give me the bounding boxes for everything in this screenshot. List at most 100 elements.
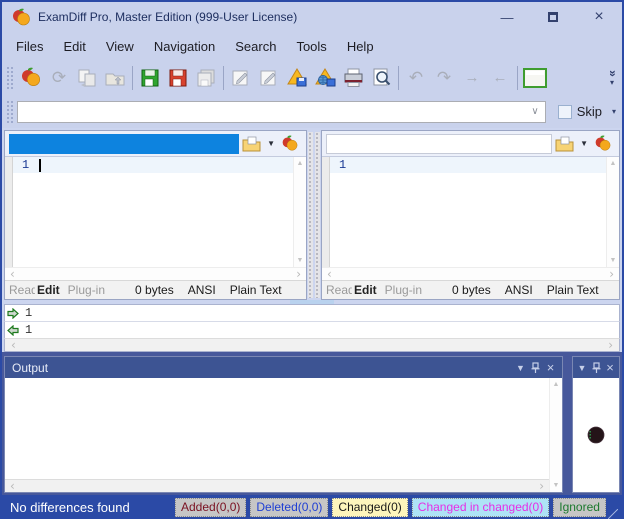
previous-difference-button[interactable]: ← (486, 64, 514, 92)
open-folder-icon (555, 136, 574, 152)
scroll-left-icon[interactable]: ‹ (11, 339, 16, 351)
left-edit-area[interactable]: 1 (13, 157, 293, 267)
line-detail-row-first[interactable]: 1 (4, 304, 620, 321)
statistics-panel: ▼ × (572, 356, 620, 493)
skip-checkbox[interactable] (558, 105, 572, 119)
copy-to-right-icon[interactable] (5, 308, 21, 319)
save-differences-button[interactable] (283, 64, 311, 92)
menu-item-help[interactable]: Help (337, 35, 384, 58)
read-only-indicator[interactable]: Read (326, 283, 352, 297)
scroll-right-icon[interactable]: › (539, 480, 544, 492)
print-button[interactable] (339, 64, 367, 92)
plugin-indicator[interactable]: Plug-in (68, 283, 105, 297)
scroll-left-icon[interactable]: ‹ (10, 480, 15, 492)
swap-and-recompare-button[interactable] (73, 64, 101, 92)
chevron-down-icon[interactable]: ▼ (513, 357, 528, 378)
read-only-indicator[interactable]: Read (9, 283, 35, 297)
save-both-files-button[interactable] (192, 64, 220, 92)
scroll-up-icon[interactable]: ▲ (553, 381, 560, 388)
chevron-down-icon[interactable]: ▼ (577, 139, 591, 148)
close-icon[interactable]: × (543, 357, 558, 378)
horizontal-splitter[interactable] (2, 300, 622, 304)
file-format[interactable]: Plain Text (230, 283, 282, 297)
encoding[interactable]: ANSI (505, 283, 533, 297)
splitter-grip[interactable] (290, 300, 334, 304)
refresh-button[interactable]: ⟳ (45, 64, 73, 92)
left-editor[interactable]: 1 ▲ ▼ (5, 157, 306, 267)
menu-item-files[interactable]: Files (6, 35, 53, 58)
statistics-panel-header[interactable]: ▼ × (573, 357, 619, 378)
scroll-down-icon[interactable]: ▼ (297, 257, 304, 264)
right-open-file-button[interactable] (552, 136, 577, 152)
output-horizontal-scrollbar[interactable]: ‹ › (5, 479, 549, 492)
save-differences-as-html-button[interactable] (311, 64, 339, 92)
pin-icon[interactable] (589, 357, 603, 378)
menu-item-search[interactable]: Search (225, 35, 286, 58)
scroll-right-icon[interactable]: › (608, 339, 613, 351)
chevron-down-icon[interactable]: ▼ (264, 139, 278, 148)
next-difference-button[interactable]: → (458, 64, 486, 92)
inspector-horizontal-scrollbar[interactable]: ‹ › (4, 338, 620, 352)
scroll-down-icon[interactable]: ▼ (610, 257, 617, 264)
scroll-down-icon[interactable]: ▼ (553, 482, 560, 489)
scroll-right-icon[interactable]: › (296, 268, 301, 280)
left-horizontal-scrollbar[interactable]: ‹ › (5, 267, 306, 280)
maximize-button[interactable] (530, 2, 576, 32)
open-files-button[interactable] (101, 64, 129, 92)
right-editor[interactable]: 1 ▲ ▼ (322, 157, 619, 267)
output-panel-header[interactable]: Output ▼ × (5, 357, 562, 378)
right-vertical-scrollbar[interactable]: ▲ ▼ (606, 157, 619, 267)
edit-second-file-button[interactable] (255, 64, 283, 92)
print-preview-button[interactable] (367, 64, 395, 92)
right-compare-button[interactable] (591, 135, 615, 153)
chevron-down-icon[interactable]: ▼ (575, 357, 589, 378)
right-file-path-field[interactable] (326, 134, 552, 154)
left-open-file-button[interactable] (239, 136, 264, 152)
text-caret (39, 159, 41, 172)
save-first-file-button[interactable] (136, 64, 164, 92)
menu-item-tools[interactable]: Tools (286, 35, 336, 58)
redo-button[interactable]: ↷ (430, 64, 458, 92)
left-file-path-field[interactable] (9, 134, 239, 154)
plugin-indicator[interactable]: Plug-in (385, 283, 422, 297)
save-floppy-red-icon (168, 68, 188, 88)
edit-first-file-button[interactable] (227, 64, 255, 92)
edit-mode-indicator[interactable]: Edit (37, 283, 60, 297)
scroll-up-icon[interactable]: ▲ (297, 160, 304, 167)
output-content[interactable]: ‹ › (5, 378, 549, 492)
resize-grip-icon[interactable] (608, 509, 618, 519)
menu-item-navigation[interactable]: Navigation (144, 35, 225, 58)
toolbar-grip[interactable] (6, 66, 13, 90)
scroll-left-icon[interactable]: ‹ (327, 268, 332, 280)
right-edit-area[interactable]: 1 (330, 157, 606, 267)
file-format[interactable]: Plain Text (547, 283, 599, 297)
left-compare-button[interactable] (278, 135, 302, 153)
edit-mode-indicator[interactable]: Edit (354, 283, 377, 297)
undo-button[interactable]: ↶ (402, 64, 430, 92)
pin-icon[interactable] (528, 357, 543, 378)
toolbar-grip[interactable] (6, 100, 13, 124)
encoding[interactable]: ANSI (188, 283, 216, 297)
right-horizontal-scrollbar[interactable]: ‹ › (322, 267, 619, 280)
filter-combobox[interactable]: ∨ (17, 101, 546, 123)
scroll-left-icon[interactable]: ‹ (10, 268, 15, 280)
copy-to-left-icon[interactable] (5, 325, 21, 336)
compare-files-button[interactable] (17, 64, 45, 92)
menu-item-view[interactable]: View (96, 35, 144, 58)
line-detail-row-second[interactable]: 1 (4, 321, 620, 338)
scroll-right-icon[interactable]: › (609, 268, 614, 280)
scroll-up-icon[interactable]: ▲ (610, 160, 617, 167)
chevron-down-icon[interactable]: ▾ (612, 107, 616, 116)
output-vertical-scrollbar[interactable]: ▲ ▼ (549, 378, 562, 492)
show-panes-button[interactable] (521, 64, 549, 92)
menu-item-edit[interactable]: Edit (53, 35, 95, 58)
left-vertical-scrollbar[interactable]: ▲ ▼ (293, 157, 306, 267)
output-text-area[interactable] (5, 378, 549, 479)
save-second-file-button[interactable] (164, 64, 192, 92)
pane-splitter[interactable] (307, 130, 321, 300)
minimize-button[interactable]: — (484, 2, 530, 32)
close-button[interactable]: × (576, 2, 622, 32)
file-size: 0 bytes (135, 283, 174, 297)
close-icon[interactable]: × (603, 357, 617, 378)
toolbar-overflow-button[interactable]: » ▾ (604, 69, 620, 87)
